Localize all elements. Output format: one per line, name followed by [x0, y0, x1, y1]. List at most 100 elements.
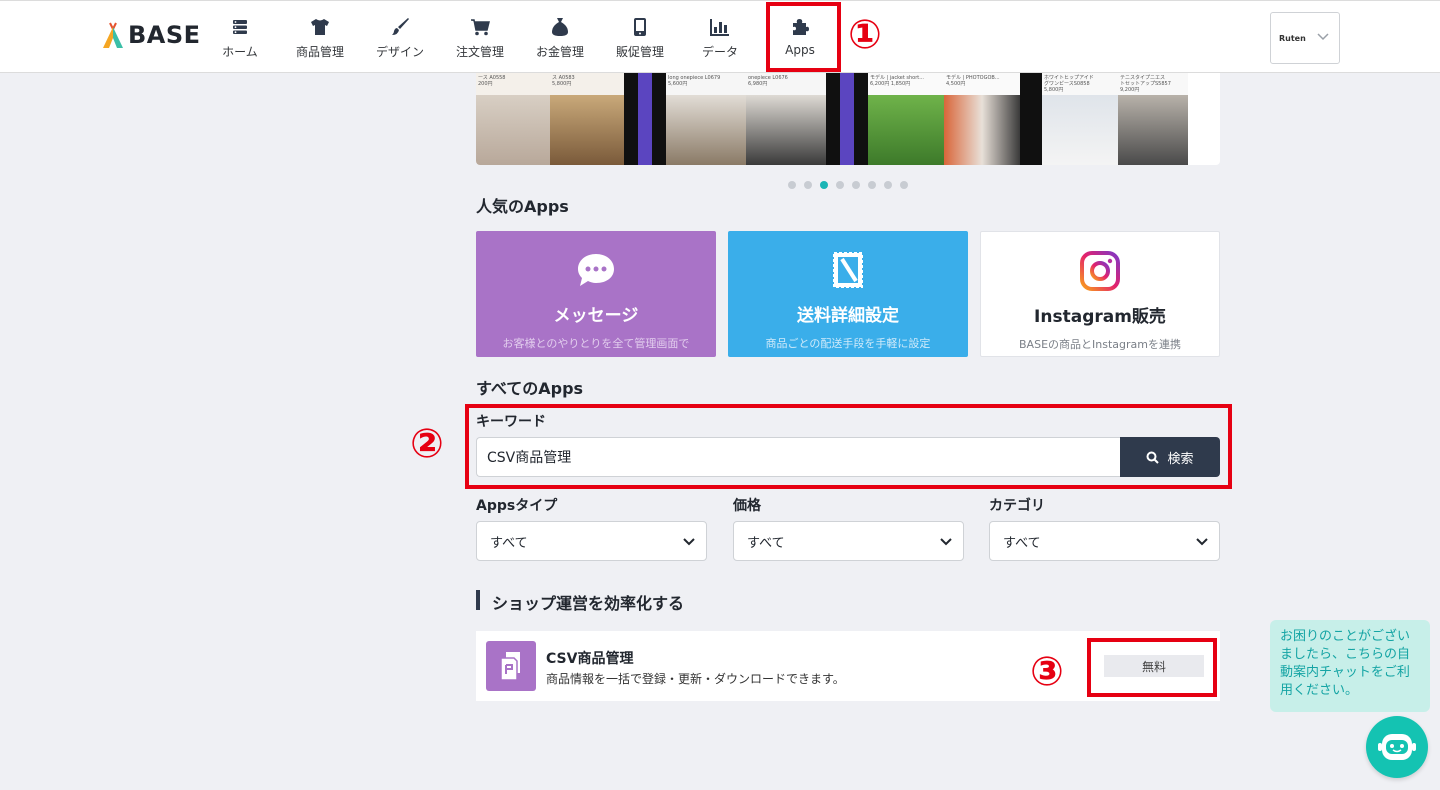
- carousel-dot[interactable]: [884, 181, 892, 189]
- banner-item: onepiece L0676 6,980円: [746, 73, 826, 165]
- banner-price: モデル | PHOTOGOB... 4,500円: [946, 75, 1000, 87]
- highlight-keyword-search: [465, 404, 1232, 489]
- popular-app-desc: お客様とのやりとりを全て管理画面で: [502, 337, 690, 350]
- banner-price: long onepiece L0679 5,600円: [668, 75, 721, 87]
- filter-select-type[interactable]: すべて: [476, 521, 707, 561]
- carousel-dots: [788, 181, 908, 189]
- csv-document-icon: [486, 641, 536, 691]
- all-apps-title: すべてのApps: [476, 379, 584, 398]
- app-description: 商品情報を一括で登録・更新・ダウンロードできます。: [546, 672, 845, 686]
- highlight-apps-nav: [766, 2, 841, 72]
- tipi-logo-icon: [103, 22, 123, 48]
- banner-item: モデル | PHOTOGOB... 4,500円: [944, 73, 1020, 165]
- carousel-dot[interactable]: [804, 181, 812, 189]
- carousel-dot[interactable]: [868, 181, 876, 189]
- carousel-dot[interactable]: [788, 181, 796, 189]
- carousel-dot[interactable]: [852, 181, 860, 189]
- filter-label-type: Appsタイプ: [476, 498, 558, 514]
- popular-apps-title: 人気のApps: [476, 197, 569, 216]
- shop-badge: Ruten: [1279, 33, 1306, 43]
- category-marker: [476, 590, 480, 610]
- home-list-icon: [230, 17, 250, 37]
- filter-select-category[interactable]: すべて: [989, 521, 1220, 561]
- banner-item: テニスタイプニエス トセットアップS5857 9,200円: [1118, 73, 1188, 165]
- cart-icon: [470, 17, 490, 37]
- carousel-dot[interactable]: [900, 181, 908, 189]
- filter-select-value: すべて: [747, 535, 785, 551]
- popular-app-desc: BASEの商品とInstagramを連携: [1019, 338, 1181, 351]
- app-name: CSV商品管理: [546, 651, 634, 667]
- popular-app-instagram[interactable]: Instagram販売 BASEの商品とInstagramを連携: [980, 231, 1220, 357]
- nav-home[interactable]: ホーム: [200, 1, 280, 73]
- banner-photo: [746, 95, 826, 165]
- nav-data[interactable]: データ: [680, 1, 760, 73]
- shop-switcher[interactable]: Ruten: [1270, 12, 1340, 64]
- banner-price: ホワイトヒップアイド グワンピースS0858 5,800円: [1044, 75, 1094, 93]
- nav-label: 注文管理: [455, 45, 504, 59]
- carousel-dot[interactable]: [836, 181, 844, 189]
- nav-promotion[interactable]: 販促管理: [600, 1, 680, 73]
- nav-label: 販促管理: [615, 45, 664, 59]
- smartphone-icon: [630, 17, 650, 37]
- top-header: BASE ホーム 商品管理 デザイン 注文管理 お金管理 販促管理 データ Ap…: [0, 0, 1440, 73]
- nav-label: お金管理: [535, 45, 584, 59]
- filter-label-price: 価格: [733, 498, 761, 514]
- popular-app-message[interactable]: メッセージ お客様とのやりとりを全て管理画面で: [476, 231, 716, 357]
- filter-select-price[interactable]: すべて: [733, 521, 964, 561]
- banner-photo: [476, 95, 550, 165]
- carousel-dot-active[interactable]: [820, 181, 828, 189]
- chat-bot-icon: [1378, 734, 1416, 760]
- banner-price: onepiece L0676 6,980円: [748, 75, 788, 87]
- nav-label: ホーム: [222, 45, 258, 59]
- nav-products[interactable]: 商品管理: [280, 1, 360, 73]
- nav-money[interactable]: お金管理: [520, 1, 600, 73]
- banner-item: モデル | jacket short... 6,200円 1,850円: [868, 73, 944, 165]
- banner-photo: [550, 95, 624, 165]
- popular-app-name: 送料詳細設定: [797, 306, 899, 326]
- popular-app-desc: 商品ごとの配送手段を手軽に設定: [765, 337, 931, 350]
- banner-price: モデル | jacket short... 6,200円 1,850円: [870, 75, 925, 87]
- logo-text: BASE: [128, 21, 201, 49]
- banner-item: ホワイトヒップアイド グワンピースS0858 5,800円: [1042, 73, 1118, 165]
- popular-app-name: Instagram販売: [1034, 307, 1166, 327]
- annotation-three: ③: [1030, 649, 1064, 695]
- nav-design[interactable]: デザイン: [360, 1, 440, 73]
- tshirt-icon: [310, 17, 330, 37]
- chevron-down-icon: [683, 538, 695, 546]
- banner-price: ース A0558 200円: [478, 75, 506, 87]
- chevron-down-icon: [1317, 33, 1329, 41]
- instagram-icon: [1080, 251, 1120, 291]
- banner-photo: [1118, 95, 1188, 165]
- banner-divider: [1020, 73, 1042, 165]
- nav-label: デザイン: [375, 45, 424, 59]
- banner-photo: [1042, 95, 1118, 165]
- banner-price: テニスタイプニエス トセットアップS5857 9,200円: [1120, 75, 1171, 93]
- chevron-down-icon: [940, 538, 952, 546]
- category-title: ショップ運営を効率化する: [492, 594, 685, 613]
- speech-bubble-icon: [576, 251, 616, 289]
- chat-bot-button[interactable]: [1366, 716, 1428, 778]
- brush-icon: [390, 17, 410, 37]
- banner-price: ス A0583 5,800円: [552, 75, 575, 87]
- stamp-icon: [832, 251, 864, 289]
- banner-photo: [868, 95, 944, 165]
- base-logo[interactable]: BASE: [102, 21, 201, 49]
- filter-select-value: すべて: [1003, 535, 1041, 551]
- banner-photo: [666, 95, 746, 165]
- bar-chart-icon: [710, 17, 730, 37]
- banner-item: ス A0583 5,800円: [550, 73, 624, 165]
- chevron-down-icon: [1196, 538, 1208, 546]
- banner-divider: [826, 73, 868, 165]
- filter-label-category: カテゴリ: [989, 498, 1045, 514]
- banner-item: long onepiece L0679 5,600円: [666, 73, 746, 165]
- popular-app-name: メッセージ: [553, 306, 639, 326]
- money-bag-icon: [550, 17, 570, 37]
- popular-app-shipping[interactable]: 送料詳細設定 商品ごとの配送手段を手軽に設定: [728, 231, 968, 357]
- chat-help-bubble[interactable]: お困りのことがございましたら、こちらの自動案内チャットをご利用ください。: [1270, 620, 1430, 712]
- banner-photo: [944, 95, 1020, 165]
- nav-orders[interactable]: 注文管理: [440, 1, 520, 73]
- annotation-two: ②: [410, 421, 444, 467]
- banner-carousel[interactable]: ース A0558 200円 ス A0583 5,800円 long onepie…: [476, 73, 1220, 165]
- annotation-one: ①: [848, 12, 882, 58]
- banner-divider: [624, 73, 666, 165]
